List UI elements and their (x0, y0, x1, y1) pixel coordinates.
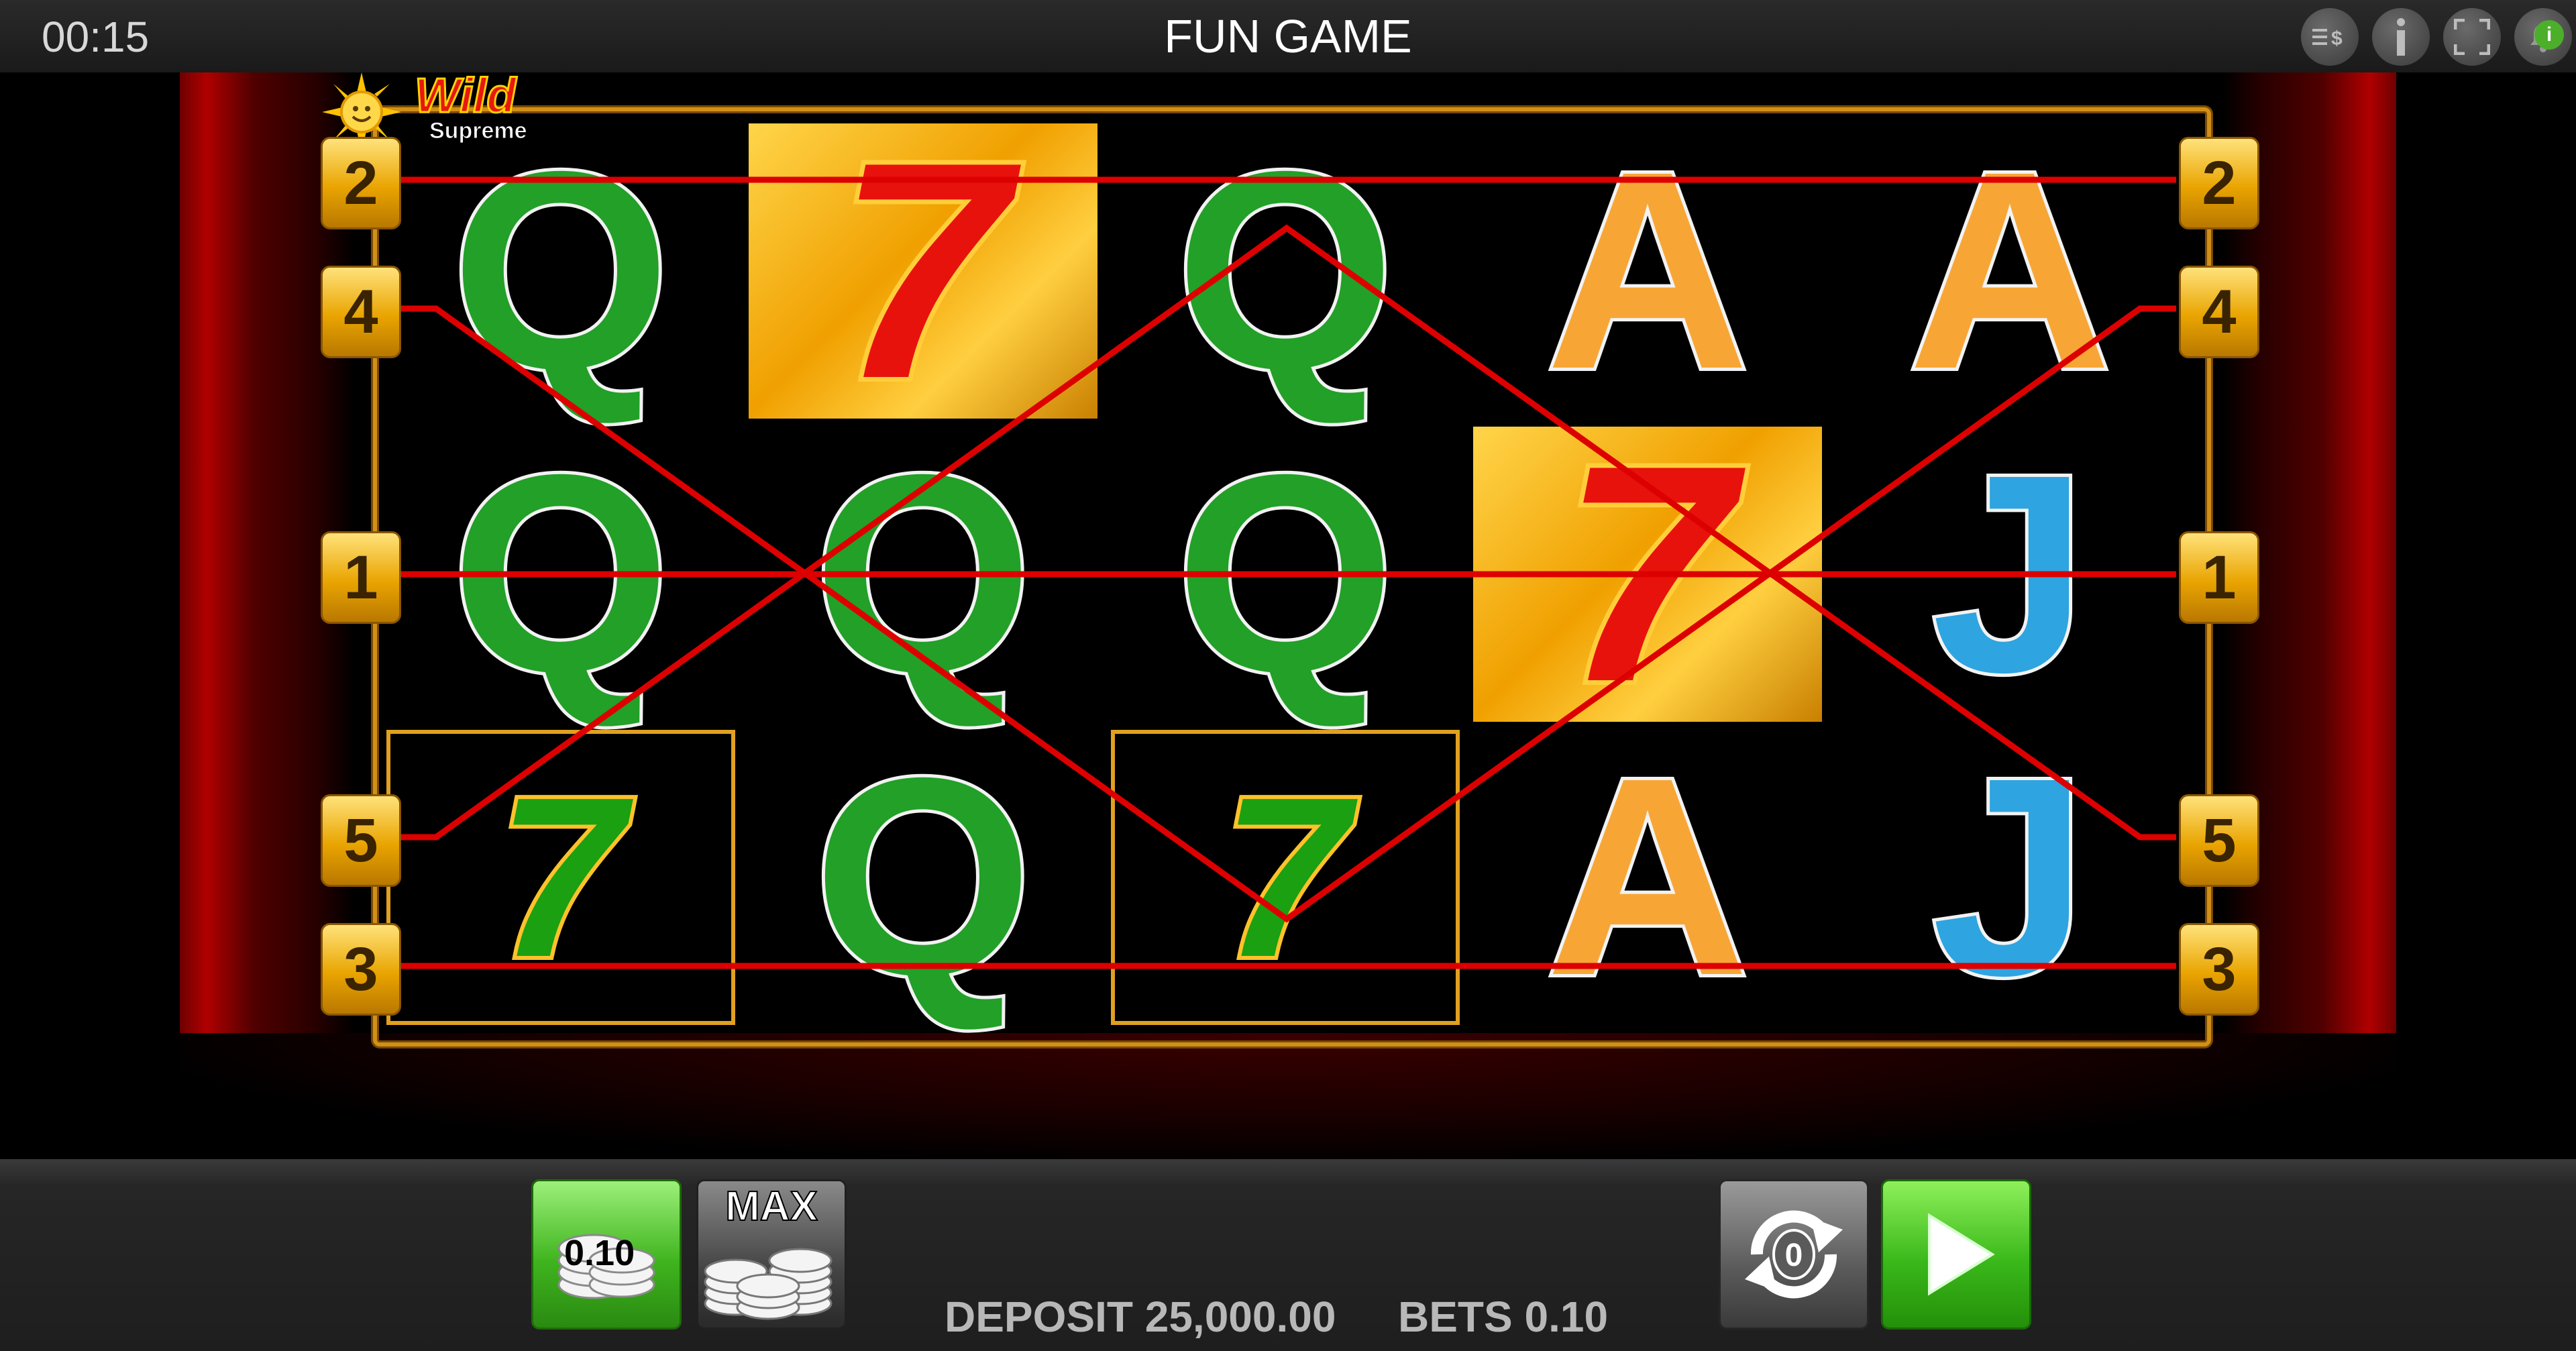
reel-cell: Q (749, 730, 1097, 1025)
payline-badge-left[interactable]: 5 (321, 794, 401, 887)
coin-value: 0.10 (564, 1233, 635, 1273)
notification-badge: i (2534, 20, 2564, 50)
reel-cell: Q (1111, 123, 1460, 419)
reel-symbol: 7 (1557, 402, 1738, 746)
reel-symbol: Q (448, 113, 674, 428)
reel-cell: Q (1111, 427, 1460, 722)
reel-symbol: 7 (833, 99, 1014, 443)
reel-symbol: Q (810, 417, 1036, 731)
svg-text:$: $ (2331, 28, 2343, 50)
reel-symbol: Q (810, 720, 1036, 1034)
stage-floor (180, 1033, 2396, 1159)
reel-symbol: Q (1173, 417, 1399, 731)
autoplay-button[interactable]: 0 (1719, 1179, 1869, 1330)
reel-symbol: J (1928, 417, 2092, 731)
reel-cell: 7 (749, 112, 1097, 430)
payline-badge-right[interactable]: 2 (2179, 137, 2259, 229)
reel-cell: 7 (1473, 415, 1822, 733)
payline-badge-right[interactable]: 3 (2179, 923, 2259, 1016)
reel-cell: 7 (386, 730, 735, 1025)
notification-icon[interactable]: i (2514, 8, 2572, 66)
reel-symbol: Q (448, 417, 674, 731)
reel-symbol: 7 (493, 750, 628, 1005)
payline-badge-right[interactable]: 1 (2179, 531, 2259, 624)
reel-symbol: A (1904, 113, 2114, 428)
reel-cell: Q (749, 427, 1097, 722)
balance-menu-icon[interactable]: $ (2301, 8, 2359, 66)
game-title: FUN GAME (1164, 10, 1412, 62)
payline-badge-left[interactable]: 4 (321, 266, 401, 358)
reel-symbol: A (1542, 720, 1752, 1034)
max-bet-button[interactable]: MAX (696, 1179, 847, 1330)
reel-symbol: 7 (1218, 750, 1352, 1005)
autoplay-count: 0 (1785, 1238, 1803, 1273)
reel-cell: J (1835, 427, 2184, 722)
payline-badge-right[interactable]: 5 (2179, 794, 2259, 887)
info-icon[interactable] (2372, 8, 2430, 66)
bets-readout: BETS 0.10 (1398, 1293, 1609, 1341)
payline-badge-left[interactable]: 1 (321, 531, 401, 624)
top-bar: 00:15 FUN GAME $ i (0, 0, 2576, 72)
spin-button[interactable] (1881, 1179, 2031, 1330)
reel-cell: J (1835, 730, 2184, 1025)
reel-cell: Q (386, 123, 735, 419)
reel-cell: A (1473, 123, 1822, 419)
reel-symbol: J (1928, 720, 2092, 1034)
reel-symbol: Q (1173, 113, 1399, 428)
coin-value-button[interactable]: 0.10 (531, 1179, 682, 1330)
deposit-readout: DEPOSIT 25,000.00 (945, 1293, 1336, 1341)
reel-cell: 7 (1111, 730, 1460, 1025)
reel-cell: A (1835, 123, 2184, 419)
payline-badge-left[interactable]: 2 (321, 137, 401, 229)
fullscreen-icon[interactable] (2443, 8, 2501, 66)
play-icon (1928, 1213, 1995, 1296)
max-coin-stack-icon (704, 1248, 833, 1320)
reel-symbol: A (1542, 113, 1752, 428)
reel-cell: Q (386, 427, 735, 722)
payline-badge-right[interactable]: 4 (2179, 266, 2259, 358)
autoplay-arrows-icon: 0 (1745, 1210, 1843, 1299)
reel-cell: A (1473, 730, 1822, 1025)
payline-badge-left[interactable]: 3 (321, 923, 401, 1016)
